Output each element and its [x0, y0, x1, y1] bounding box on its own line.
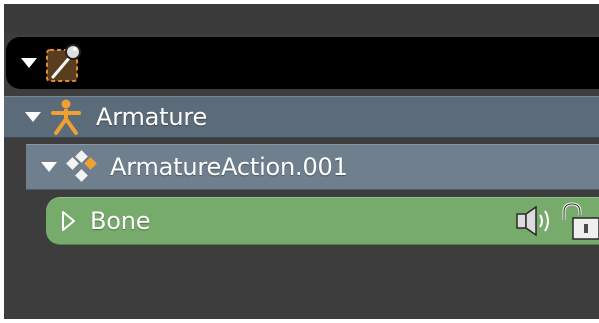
speaker-icon[interactable] [511, 203, 557, 239]
outliner-row-scene[interactable] [6, 37, 599, 89]
triangle-down-icon[interactable] [40, 160, 58, 174]
action-label[interactable]: ArmatureAction.001 [110, 153, 348, 181]
outliner-row-action[interactable]: ArmatureAction.001 [26, 144, 599, 190]
bone-label[interactable]: Bone [90, 207, 151, 235]
armature-icon [51, 99, 81, 135]
outliner-row-armature[interactable]: Armature [4, 96, 599, 138]
action-icon [66, 150, 97, 182]
panel-header-strip [4, 4, 599, 34]
object-label[interactable]: Armature [96, 103, 207, 131]
outliner-row-bone[interactable]: Bone [46, 197, 599, 245]
bone-row-toggles [511, 198, 599, 244]
triangle-down-icon[interactable] [24, 110, 42, 124]
unlocked-icon[interactable] [559, 201, 599, 241]
scene-icon [46, 44, 81, 82]
triangle-down-icon[interactable] [20, 56, 38, 70]
outliner-panel: Armature ArmatureAction.001 Bone [4, 4, 599, 319]
triangle-right-icon[interactable] [60, 210, 76, 232]
